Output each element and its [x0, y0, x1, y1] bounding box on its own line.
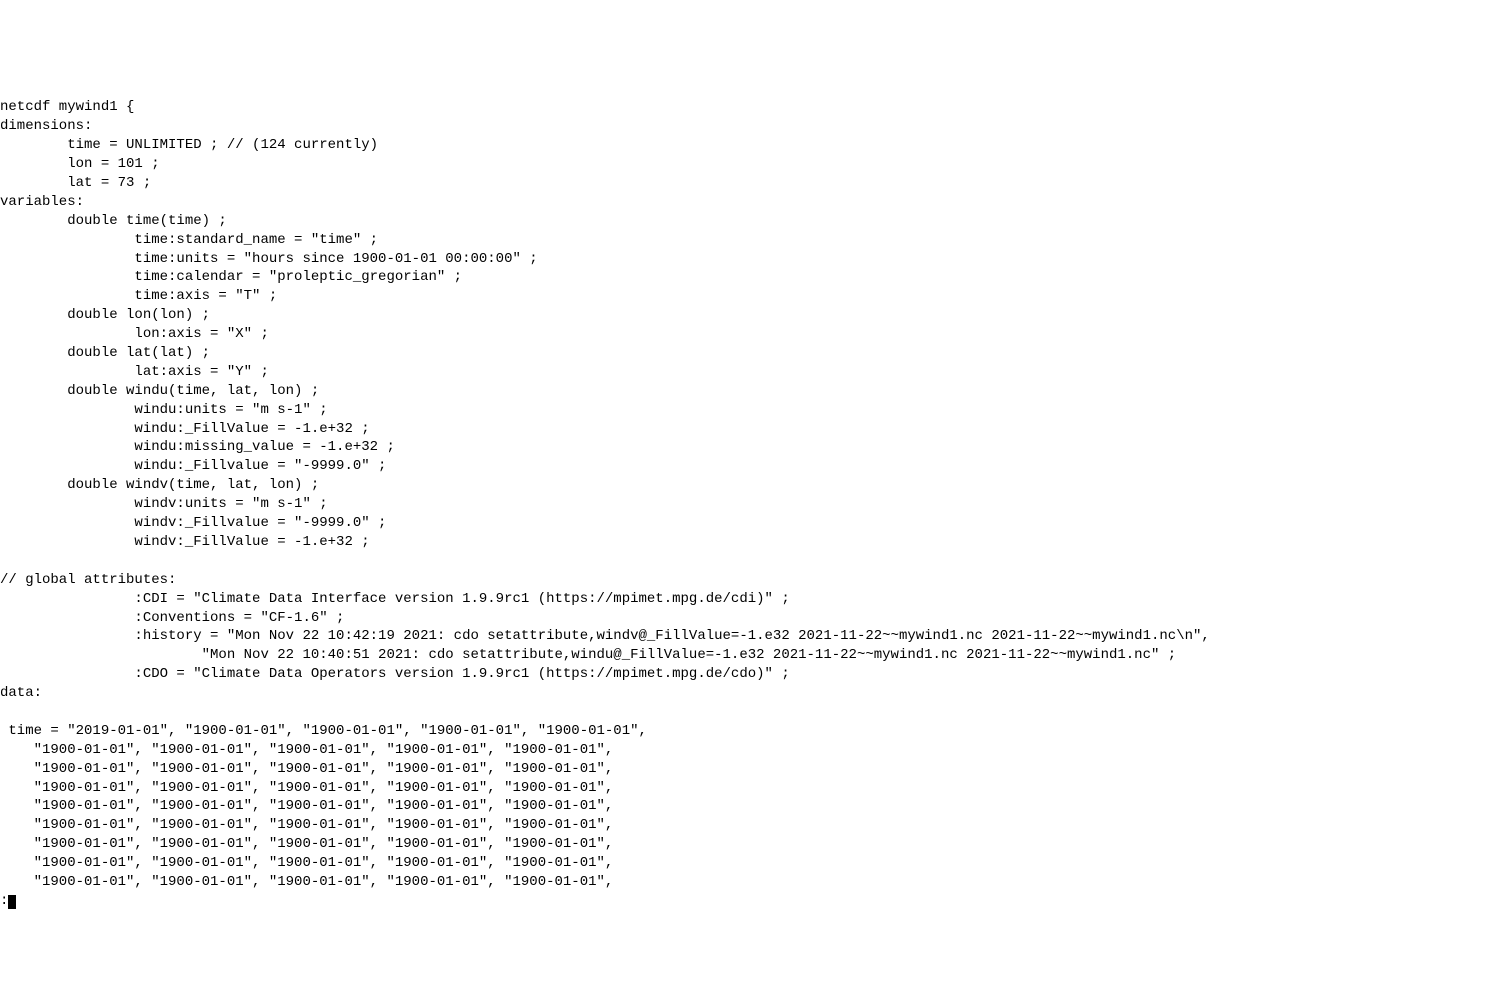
time-data-line: "1900-01-01", "1900-01-01", "1900-01-01"…: [0, 798, 613, 814]
global-conventions: :Conventions = "CF-1.6" ;: [0, 610, 344, 626]
variables-label: variables:: [0, 194, 84, 210]
var-windu-fillvalue-lc: windu:_Fillvalue = "-9999.0" ;: [0, 458, 386, 474]
time-data-line: "1900-01-01", "1900-01-01", "1900-01-01"…: [0, 836, 613, 852]
var-time-standard-name: time:standard_name = "time" ;: [0, 232, 378, 248]
dim-lat: lat = 73 ;: [0, 175, 151, 191]
global-attributes-label: // global attributes:: [0, 572, 176, 588]
var-windv-fillvalue: windv:_FillValue = -1.e+32 ;: [0, 534, 370, 550]
var-time-units: time:units = "hours since 1900-01-01 00:…: [0, 251, 538, 267]
data-label: data:: [0, 685, 42, 701]
var-windu-fillvalue: windu:_FillValue = -1.e+32 ;: [0, 421, 370, 437]
dimensions-label: dimensions:: [0, 118, 92, 134]
cursor-icon: [8, 895, 16, 909]
time-data-line: "1900-01-01", "1900-01-01", "1900-01-01"…: [0, 817, 613, 833]
var-lat-decl: double lat(lat) ;: [0, 345, 210, 361]
var-lat-axis: lat:axis = "Y" ;: [0, 364, 269, 380]
var-windv-units: windv:units = "m s-1" ;: [0, 496, 328, 512]
terminal-output[interactable]: netcdf mywind1 { dimensions: time = UNLI…: [0, 76, 1492, 911]
var-lon-axis: lon:axis = "X" ;: [0, 326, 269, 342]
var-time-calendar: time:calendar = "proleptic_gregorian" ;: [0, 269, 462, 285]
var-windu-missing-value: windu:missing_value = -1.e+32 ;: [0, 439, 395, 455]
var-windv-decl: double windv(time, lat, lon) ;: [0, 477, 319, 493]
var-time-axis: time:axis = "T" ;: [0, 288, 277, 304]
var-time-decl: double time(time) ;: [0, 213, 227, 229]
dim-lon: lon = 101 ;: [0, 156, 160, 172]
ncdump-header: netcdf mywind1 {: [0, 99, 134, 115]
global-history-line2: "Mon Nov 22 10:40:51 2021: cdo setattrib…: [0, 647, 1176, 663]
var-windu-decl: double windu(time, lat, lon) ;: [0, 383, 319, 399]
pager-prompt[interactable]: :: [0, 893, 16, 909]
time-data-line: "1900-01-01", "1900-01-01", "1900-01-01"…: [0, 874, 613, 890]
time-data-line: "1900-01-01", "1900-01-01", "1900-01-01"…: [0, 761, 613, 777]
global-cdi: :CDI = "Climate Data Interface version 1…: [0, 591, 790, 607]
time-data-line: time = "2019-01-01", "1900-01-01", "1900…: [0, 723, 647, 739]
var-lon-decl: double lon(lon) ;: [0, 307, 210, 323]
time-data-line: "1900-01-01", "1900-01-01", "1900-01-01"…: [0, 780, 613, 796]
var-windv-fillvalue-lc: windv:_Fillvalue = "-9999.0" ;: [0, 515, 386, 531]
time-data-line: "1900-01-01", "1900-01-01", "1900-01-01"…: [0, 855, 613, 871]
var-windu-units: windu:units = "m s-1" ;: [0, 402, 328, 418]
global-cdo: :CDO = "Climate Data Operators version 1…: [0, 666, 790, 682]
time-data-line: "1900-01-01", "1900-01-01", "1900-01-01"…: [0, 742, 613, 758]
dim-time: time = UNLIMITED ; // (124 currently): [0, 137, 378, 153]
global-history-line1: :history = "Mon Nov 22 10:42:19 2021: cd…: [0, 628, 1210, 644]
